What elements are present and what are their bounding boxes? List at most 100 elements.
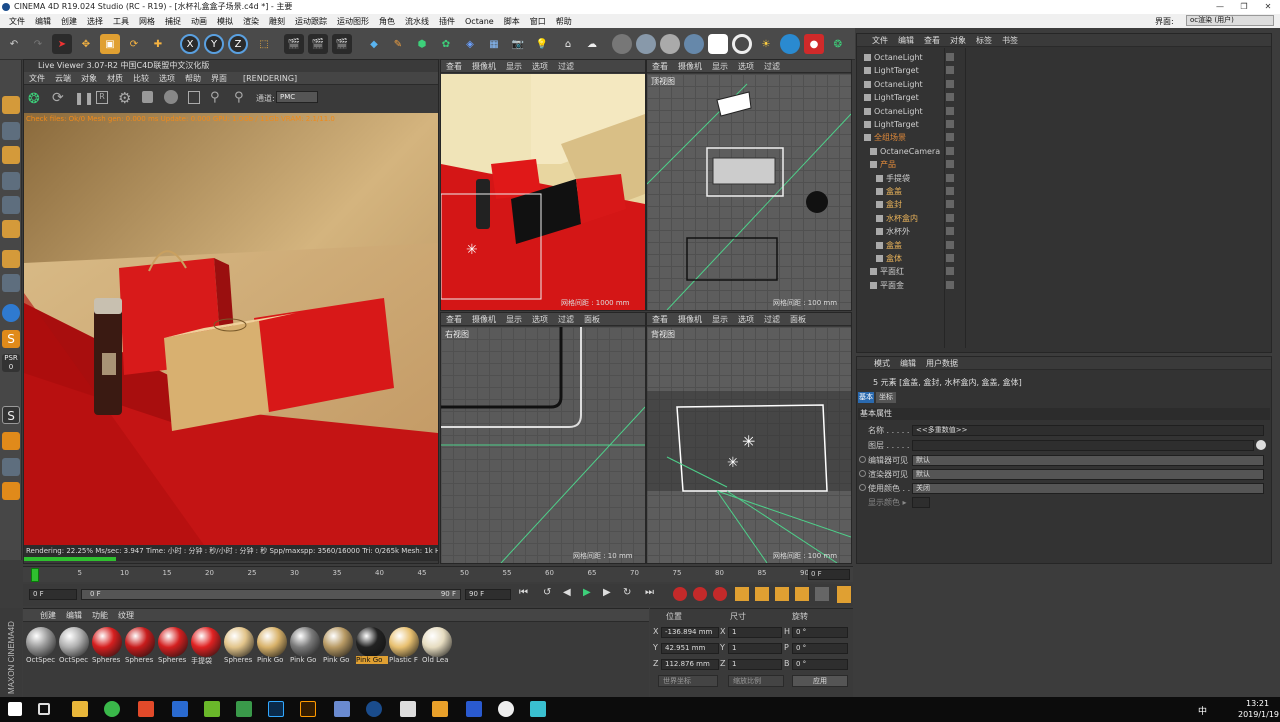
- visibility-toggle-icon[interactable]: [946, 93, 954, 102]
- app-icon-blue[interactable]: [172, 701, 188, 717]
- calculator-icon[interactable]: [400, 701, 416, 717]
- visibility-toggle-icon[interactable]: [946, 66, 954, 75]
- coord-mode-select[interactable]: 世界坐标: [658, 675, 718, 687]
- lv-menu-compare[interactable]: 比较: [128, 73, 154, 84]
- illustrator-icon[interactable]: [300, 701, 316, 717]
- rotation-b-field[interactable]: 0 °: [792, 659, 848, 670]
- key-param-icon[interactable]: [795, 587, 809, 601]
- menu-select[interactable]: 选择: [82, 16, 108, 27]
- menu-snap[interactable]: 捕捉: [160, 16, 186, 27]
- material-name[interactable]: OctSpec: [59, 656, 91, 664]
- pick-material-icon[interactable]: ⚲: [234, 90, 244, 105]
- material-preview[interactable]: [191, 627, 221, 657]
- camera-icon[interactable]: 📷: [508, 34, 528, 54]
- cloner-icon[interactable]: ✿: [436, 34, 456, 54]
- object-row[interactable]: 水杯外: [862, 225, 954, 238]
- object-row[interactable]: 产品: [862, 158, 954, 171]
- visibility-toggle-icon[interactable]: [946, 200, 954, 209]
- om-menu-objects[interactable]: 对象: [945, 35, 971, 46]
- timeline-window-icon[interactable]: [837, 586, 851, 603]
- render-view-icon[interactable]: 🎬: [284, 34, 304, 54]
- vp1-menu-view[interactable]: 查看: [441, 61, 467, 72]
- redo-icon[interactable]: ↷: [28, 34, 48, 54]
- object-row[interactable]: OctaneLight: [862, 105, 954, 118]
- material-name[interactable]: Spheres: [224, 656, 256, 664]
- magnet-icon[interactable]: [2, 432, 20, 450]
- axis-mode-icon[interactable]: [2, 250, 20, 268]
- object-row[interactable]: 手提袋: [862, 172, 954, 185]
- menu-plugins[interactable]: 插件: [434, 16, 460, 27]
- vp3-menu-view[interactable]: 查看: [441, 314, 467, 325]
- region-render-icon[interactable]: R: [96, 91, 108, 104]
- object-row[interactable]: 平面金: [862, 279, 954, 292]
- display-color-swatch[interactable]: [912, 497, 930, 508]
- sculpt-icon[interactable]: [2, 304, 20, 322]
- menu-sculpt[interactable]: 雕刻: [264, 16, 290, 27]
- key-pla-icon[interactable]: [815, 587, 829, 601]
- size-z-field[interactable]: 1: [728, 659, 782, 670]
- key-rotation-icon[interactable]: [775, 587, 789, 601]
- material-preview[interactable]: [26, 627, 56, 657]
- octane-specular-icon[interactable]: [660, 34, 680, 54]
- autokey-icon[interactable]: [693, 587, 707, 601]
- octane-mix-icon[interactable]: [684, 34, 704, 54]
- deformer-icon[interactable]: ◈: [460, 34, 480, 54]
- material-name[interactable]: Pink Go: [323, 656, 355, 664]
- material-preview[interactable]: [290, 627, 320, 657]
- texture-mode-icon[interactable]: [2, 122, 20, 140]
- use-color-select[interactable]: 关闭: [912, 483, 1264, 494]
- mm-menu-function[interactable]: 功能: [87, 610, 113, 621]
- material-preview[interactable]: [224, 627, 254, 657]
- material-name[interactable]: Plastic F: [389, 656, 421, 664]
- octane-daylight-icon[interactable]: ☀: [756, 34, 776, 54]
- object-row[interactable]: OctaneLight: [862, 51, 954, 64]
- am-menu-userdata[interactable]: 用户数据: [921, 358, 963, 369]
- polygons-mode-icon[interactable]: [2, 220, 20, 238]
- x-axis-button[interactable]: X: [180, 34, 200, 54]
- am-menu-mode[interactable]: 模式: [869, 358, 895, 369]
- use-color-anim-icon[interactable]: [859, 484, 866, 491]
- tab-coordinates[interactable]: 坐标: [876, 392, 896, 403]
- rotation-h-field[interactable]: 0 °: [792, 627, 848, 638]
- material-preview[interactable]: [125, 627, 155, 657]
- octane-area-light-icon[interactable]: [708, 34, 728, 54]
- snap-icon[interactable]: S: [2, 330, 20, 348]
- undo-icon[interactable]: ↶: [4, 34, 24, 54]
- vp4-menu-options[interactable]: 选项: [733, 314, 759, 325]
- scale-icon[interactable]: ▣: [100, 34, 120, 54]
- play-icon[interactable]: ▶: [583, 587, 597, 602]
- app-icon-play[interactable]: [530, 701, 546, 717]
- floor-icon[interactable]: ▦: [484, 34, 504, 54]
- lv-menu-interface[interactable]: 界面: [206, 73, 232, 84]
- sky-icon[interactable]: ☁: [582, 34, 602, 54]
- om-menu-file[interactable]: 文件: [867, 35, 893, 46]
- object-row[interactable]: LightTarget: [862, 91, 954, 104]
- lock-icon[interactable]: [142, 91, 153, 103]
- app-icon-pen[interactable]: [334, 701, 350, 717]
- clock-time[interactable]: 13:21: [1246, 699, 1269, 708]
- end-frame-field[interactable]: 90 F: [465, 589, 511, 600]
- material-name[interactable]: OctSpec: [26, 656, 58, 664]
- menu-pipeline[interactable]: 流水线: [400, 16, 434, 27]
- vp3-menu-filter[interactable]: 过滤: [553, 314, 579, 325]
- octane-hdri-icon[interactable]: [780, 34, 800, 54]
- lv-menu-materials[interactable]: 材质: [102, 73, 128, 84]
- prev-frame-icon[interactable]: ◀: [563, 587, 577, 602]
- start-menu-icon[interactable]: [8, 702, 22, 716]
- size-x-field[interactable]: 1: [728, 627, 782, 638]
- render-visible-anim-icon[interactable]: [859, 470, 866, 477]
- vp4-menu-camera[interactable]: 摄像机: [673, 314, 707, 325]
- next-key-icon[interactable]: ↻: [623, 587, 637, 602]
- object-row[interactable]: OctaneLight: [862, 78, 954, 91]
- app-icon-green[interactable]: [204, 701, 220, 717]
- object-row[interactable]: 全组场景: [862, 131, 954, 144]
- render-picture-viewer-icon[interactable]: 🎬: [308, 34, 328, 54]
- visibility-toggle-icon[interactable]: [946, 160, 954, 169]
- select-cursor-icon[interactable]: ➤: [52, 34, 72, 54]
- pen-icon[interactable]: ✎: [388, 34, 408, 54]
- timeline-ruler[interactable]: 051015202530354045505560657075808590 0 F: [23, 566, 853, 582]
- visibility-toggle-icon[interactable]: [946, 240, 954, 249]
- tweak-mode-icon[interactable]: [2, 274, 20, 292]
- material-name[interactable]: Spheres: [92, 656, 124, 664]
- app-icon-compass[interactable]: [498, 701, 514, 717]
